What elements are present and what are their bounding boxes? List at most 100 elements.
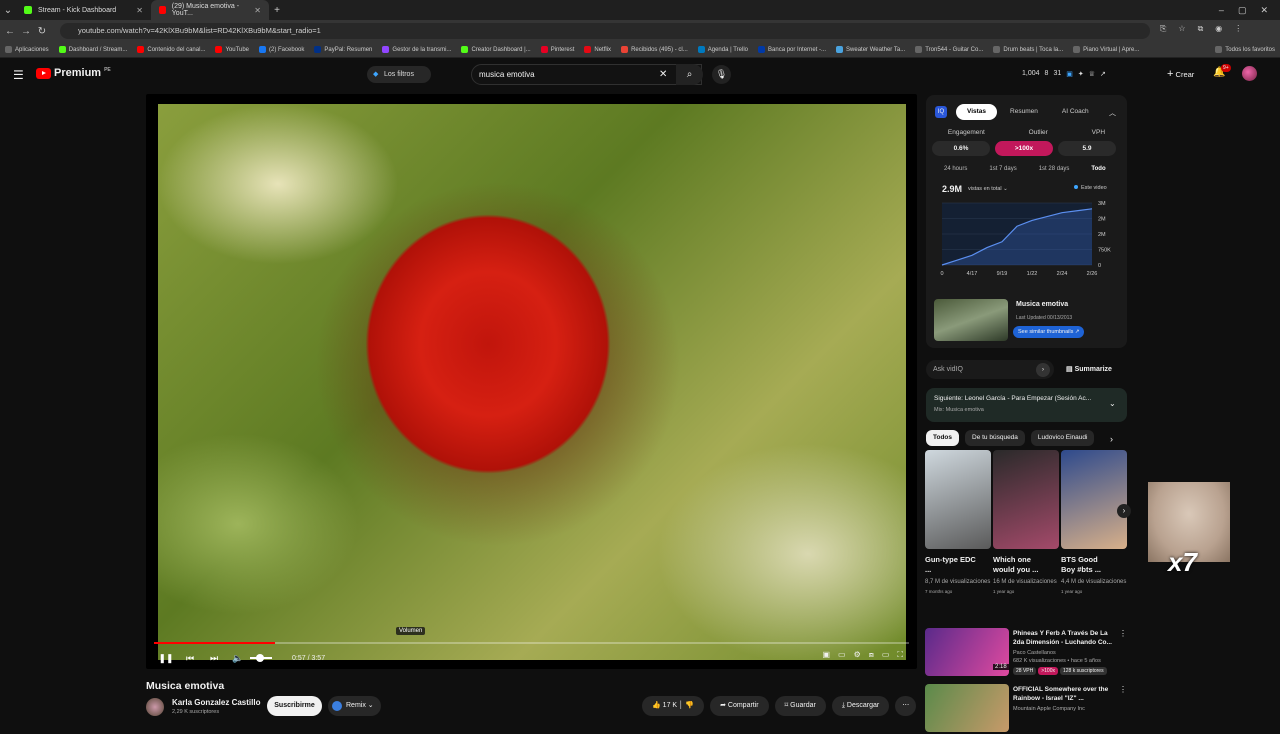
short-thumbnail[interactable] [993,450,1059,549]
short-item[interactable]: Gun-type EDC ... 8,7 M de visualizacione… [925,450,991,594]
video-thumbnail[interactable] [925,684,1009,732]
bookmark[interactable]: Agenda | Trello [693,46,753,53]
recommended-video[interactable]: OFFICIAL Somewhere over the Rainbow - Is… [925,684,1127,734]
search-button[interactable]: ⌕ [676,64,703,85]
bookmark[interactable]: Pinterest [536,46,580,53]
tab-vistas[interactable]: Vistas [956,104,998,120]
trophy-icon[interactable]: ♕ [1089,70,1095,78]
youtube-logo[interactable]: Premium PE [36,67,111,79]
close-icon[interactable]: ✕ [254,6,261,15]
channel-name[interactable]: Karla Gonzalez Castillo [172,698,260,707]
summarize-button[interactable]: ▤ Summarize [1066,365,1112,373]
video-player[interactable]: Volumen ❚❚ ⏮ ⏭ 🔈 0:57 / 3:57 ▣ ▭ ⚙ ⧈ ▭ ⛶ [146,94,917,669]
remix-button[interactable]: Remix ⌄ [328,696,381,716]
bookmark[interactable]: Sweater Weather Ta... [831,46,910,53]
download-button[interactable]: ⤓ Descargar [831,696,890,716]
search-input[interactable]: musica emotiva ✕ [471,64,702,85]
bulb-icon[interactable]: ✦ [1078,70,1084,78]
share-button[interactable]: ➦ Compartir [710,696,769,716]
more-vert-icon[interactable]: ⋮ [1119,685,1127,694]
bookmark[interactable]: Drum beats | Toca la... [988,46,1068,53]
period-24h[interactable]: 24 hours [944,166,967,172]
bookmark[interactable]: Tron544 - Guitar Co... [910,46,988,53]
chevron-right-icon[interactable]: › [1110,434,1113,444]
short-item[interactable]: Which one would you ... 16 M de visualiz… [993,450,1059,594]
subscribe-button[interactable]: Suscribirme [267,696,322,716]
bookmark[interactable]: PayPal: Resumen [309,46,377,53]
channel-avatar[interactable] [146,698,164,716]
save-button[interactable]: ⌑ Guardar [774,696,826,716]
next-icon[interactable]: ⏭ [202,653,226,664]
shorts-next-icon[interactable]: › [1117,504,1131,518]
short-thumbnail[interactable] [925,450,991,549]
window-close-icon[interactable]: ✕ [1260,5,1268,16]
theater-icon[interactable]: ▭ [882,650,890,660]
total-views-dropdown[interactable]: vistas en total ⌄ [968,186,1008,192]
chevron-down-icon[interactable]: ⌄ [1109,399,1116,408]
period-all[interactable]: Todo [1091,166,1105,172]
star-icon[interactable]: ☆ [1178,24,1185,34]
progress-bar[interactable] [154,642,909,644]
profile-icon[interactable]: ◉ [1215,24,1222,34]
close-icon[interactable]: ✕ [136,6,143,15]
clear-icon[interactable]: ✕ [659,65,667,84]
back-icon[interactable]: ← [2,26,18,37]
install-icon[interactable]: ⎘ [1160,24,1166,34]
menu-icon[interactable]: ☰ [13,68,24,82]
new-tab-icon[interactable]: + [269,5,285,16]
pause-icon[interactable]: ❚❚ [154,653,178,664]
bookmark[interactable]: YouTube [210,46,254,53]
thumbs-down-icon[interactable]: 👎 [685,702,694,709]
settings-gear-icon[interactable]: ⚙ [854,650,861,660]
minimize-icon[interactable]: – [1219,5,1224,16]
send-arrow-icon[interactable]: › [1036,363,1050,377]
fullscreen-icon[interactable]: ⛶ [897,650,903,660]
more-vert-icon[interactable]: ⋮ [1119,629,1127,638]
more-button[interactable]: ⋯ [895,696,917,716]
volume-icon[interactable]: 🔈 [226,653,250,664]
bookmark[interactable]: Netflix [579,46,616,53]
chip-einaudi[interactable]: Ludovico Einaudi [1030,430,1095,446]
ask-vidiq-input[interactable]: Ask vidIQ [926,360,1054,379]
create-button[interactable]: + Crear [1167,67,1194,82]
subtitles-icon[interactable]: ▭ [838,650,846,660]
like-button[interactable]: 👍 17 K │ 👎 [642,696,705,716]
url-input[interactable]: youtube.com/watch?v=42KlXBu9bM&list=RD42… [60,23,1150,39]
previous-icon[interactable]: ⏮ [178,653,202,664]
chip-todos[interactable]: Todos [926,430,960,446]
maximize-icon[interactable]: ▢ [1238,5,1247,16]
tab-resumen[interactable]: Resumen [999,104,1049,120]
bookmark[interactable]: Dashboard / Stream... [54,46,133,53]
vidiq-player-icon[interactable]: ▣ [822,650,830,660]
all-bookmarks[interactable]: Todos los favoritos [1210,46,1280,53]
collapse-icon[interactable]: ︿ [1109,108,1116,118]
browser-tab-youtube[interactable]: (29) Musica emotiva - YouT... ✕ [151,0,269,20]
volume-knob[interactable] [256,654,264,662]
tab-menu-icon[interactable]: ⌄ [0,5,16,16]
volume-slider[interactable] [250,654,272,662]
short-item[interactable]: BTS Good Boy #bts ... 4,4 M de visualiza… [1061,450,1127,594]
reload-icon[interactable]: ↻ [34,26,50,37]
browser-tab-kick[interactable]: Stream - Kick Dashboard ✕ [16,0,151,20]
period-7d[interactable]: 1st 7 days [989,166,1016,172]
forward-icon[interactable]: → [18,26,34,37]
filters-button[interactable]: ◆ Los filtros [367,66,431,83]
vidiq-icon[interactable]: ▣ [1066,70,1073,78]
video-frame[interactable] [158,104,906,660]
extensions-icon[interactable]: ⧉ [1198,24,1204,34]
bookmark-apps[interactable]: Aplicaciones [0,46,54,53]
miniplayer-icon[interactable]: ⧈ [869,650,874,660]
chip-busqueda[interactable]: De tu búsqueda [965,430,1025,446]
voice-search-button[interactable]: 🎙 [712,65,731,84]
share-icon[interactable]: ↗ [1100,70,1106,78]
bookmark[interactable]: Banca por Internet -... [753,46,831,53]
bookmark[interactable]: Creator Dashboard |... [456,46,535,53]
bookmark[interactable]: Piano Virtual | Apre... [1068,46,1144,53]
bookmark[interactable]: Recibidos (495) - cl... [616,46,693,53]
similar-thumbnails-button[interactable]: See similar thumbnails ↗ [1013,326,1085,338]
short-thumbnail[interactable] [1061,450,1127,549]
period-28d[interactable]: 1st 28 days [1039,166,1070,172]
bookmark[interactable]: Contenido del canal... [132,46,210,53]
up-next-panel[interactable]: Siguiente: Leonel García - Para Empezar … [926,388,1127,422]
thumbnail-preview[interactable] [934,299,1008,341]
